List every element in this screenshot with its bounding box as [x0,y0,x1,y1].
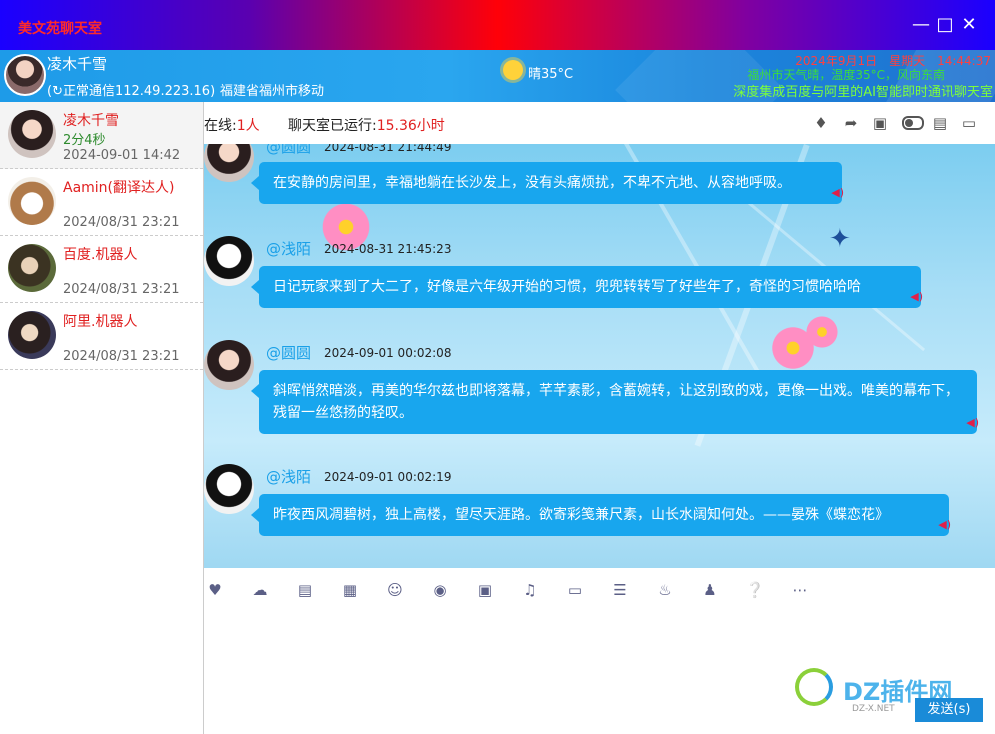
message-username[interactable]: @浅陌 [266,466,311,487]
message-text: 在安静的房间里，幸福地躺在长沙发上，没有头痛烦扰，不卑不亢地、从容地呼吸。 [273,175,791,191]
message-time: 2024-08-31 21:44:49 [324,144,452,154]
list-item[interactable]: 百度.机器人 2024/08/31 23:21 [0,236,203,303]
speaker-icon[interactable]: ◀) [938,514,951,536]
connection-text: 正常通信112.49.223.16 [62,84,211,99]
contact-time: 2024/08/31 23:21 [63,349,180,364]
flower-decoration [804,314,840,350]
my-username: 凌木千雪 [47,55,108,73]
weather-text: 晴35°C [528,67,574,82]
message-username[interactable]: @浅陌 [266,238,311,259]
contact-duration: 2分4秒 [63,133,106,148]
contact-list: 凌木千雪 2分4秒 2024-09-01 14:42 Aamin(翻译达人) 2… [0,102,204,734]
bell-icon[interactable]: ♨ [655,580,675,600]
contact-time: 2024/08/31 23:21 [63,215,180,230]
message-bubble: 斜晖悄然暗淡，再美的华尔兹也即将落幕，芊芊素影，含蓄婉转，让这别致的戏，更像一出… [251,370,979,434]
message-username[interactable]: @圆圆 [266,342,311,363]
trash-icon[interactable]: ▭ [960,114,978,132]
user-header: 凌木千雪 (↻正常通信112.49.223.16) 福建省福州市移动 晴35°C… [0,50,995,102]
avatar[interactable] [204,464,254,514]
bell-icon[interactable]: ♦ [812,114,830,132]
list-item[interactable]: 凌木千雪 2分4秒 2024-09-01 14:42 [0,102,203,169]
speaker-icon[interactable]: ◀) [966,412,979,434]
avatar [8,110,56,158]
message-bubble: 昨夜西风凋碧树，独上高楼，望尽天涯路。欲寄彩笺兼尺素，山长水阔知何处。——晏殊《… [251,494,951,536]
rss-icon[interactable]: ▤ [931,114,949,132]
send-button[interactable]: 发送(s) [915,698,983,722]
speaker-icon[interactable]: ◀) [910,286,923,308]
server-icon[interactable]: ☰ [610,580,630,600]
watermark-logo-icon [795,668,833,706]
maximize-icon[interactable]: □ [934,14,956,36]
connection-status: (↻正常通信112.49.223.16) [47,84,216,99]
online-count: 在线:1人 [204,118,260,134]
speaker-icon[interactable]: ◀) [831,182,844,204]
window-title: 美文苑聊天室 [18,21,102,37]
avatar[interactable] [204,144,254,182]
id-card-icon[interactable]: ▦ [340,580,360,600]
music-icon[interactable]: ♫ [520,580,540,600]
message-time: 2024-09-01 00:02:19 [324,470,452,484]
promo-text: 深度集成百度与阿里的AI智能即时通讯聊天室 [733,85,993,100]
camera-icon[interactable]: ▣ [475,580,495,600]
location-text: 福建省福州市移动 [220,84,325,99]
layout-icon[interactable]: ▣ [871,114,889,132]
contact-time: 2024-09-01 14:42 [63,148,181,163]
smile-icon[interactable]: ☺ [385,580,405,600]
list-item[interactable]: Aamin(翻译达人) 2024/08/31 23:21 [0,169,203,236]
message-text: 日记玩家来到了大二了，好像是六年级开始的习惯，兜兜转转写了好些年了，奇怪的习惯哈… [273,279,861,295]
message-bubble: 日记玩家来到了大二了，好像是六年级开始的习惯，兜兜转转写了好些年了，奇怪的习惯哈… [251,266,923,308]
avatar [8,244,56,292]
folder-icon[interactable]: ▭ [565,580,585,600]
map-icon[interactable]: ▤ [295,580,315,600]
title-bar: 美文苑聊天室 — □ ✕ [0,0,995,50]
butterfly-icon: ✦ [829,224,851,254]
avatar[interactable] [204,340,254,390]
user-circle-icon[interactable]: ◉ [430,580,450,600]
watermark-subtext: DZ-X.NET [852,704,895,714]
share-icon[interactable]: ➦ [842,114,860,132]
heart-icon[interactable]: ♥ [205,580,225,600]
chat-messages[interactable]: ✦ @圆圆 2024-08-31 21:44:49 在安静的房间里，幸福地躺在长… [204,144,995,568]
input-toolbar: ♥ ☁ ▤ ▦ ☺ ◉ ▣ ♫ ▭ ☰ ♨ ♟ ❔ ⋯ [204,568,995,612]
loading-icon: (↻ [47,84,63,99]
contact-name: 凌木千雪 [63,113,119,129]
list-item[interactable]: 阿里.机器人 2024/08/31 23:21 [0,303,203,370]
avatar [8,177,56,225]
contact-name: 阿里.机器人 [63,314,138,330]
room-runtime: 聊天室已运行:15.36小时 [288,118,445,134]
more-icon[interactable]: ⋯ [790,580,810,600]
close-icon[interactable]: ✕ [958,14,980,36]
message-time: 2024-09-01 00:02:08 [324,346,452,360]
contact-name: 百度.机器人 [63,247,138,263]
avatar [8,311,56,359]
message-username[interactable]: @圆圆 [266,144,311,157]
message-text: 斜晖悄然暗淡，再美的华尔兹也即将落幕，芊芊素影，含蓄婉转，让这别致的戏，更像一出… [273,383,959,421]
cloud-icon[interactable]: ☁ [250,580,270,600]
message-bubble: 在安静的房间里，幸福地躺在长沙发上，没有头痛烦扰，不卑不亢地、从容地呼吸。 ◀) [251,162,844,204]
sun-icon [503,60,523,80]
message-time: 2024-08-31 21:45:23 [324,242,452,256]
chat-info-bar: 在线:1人 聊天室已运行:15.36小时 ♦ ➦ ▣ ▤ ▭ [204,102,995,144]
toggle-icon[interactable] [902,114,924,132]
minimize-icon[interactable]: — [910,14,932,36]
contact-name: Aamin(翻译达人) [63,180,175,196]
avatar[interactable] [4,54,46,96]
message-text: 昨夜西风凋碧树，独上高楼，望尽天涯路。欲寄彩笺兼尺素，山长水阔知何处。——晏殊《… [273,507,889,523]
help-icon[interactable]: ❔ [745,580,765,600]
penguin-icon[interactable]: ♟ [700,580,720,600]
avatar[interactable] [204,236,254,286]
contact-time: 2024/08/31 23:21 [63,282,180,297]
